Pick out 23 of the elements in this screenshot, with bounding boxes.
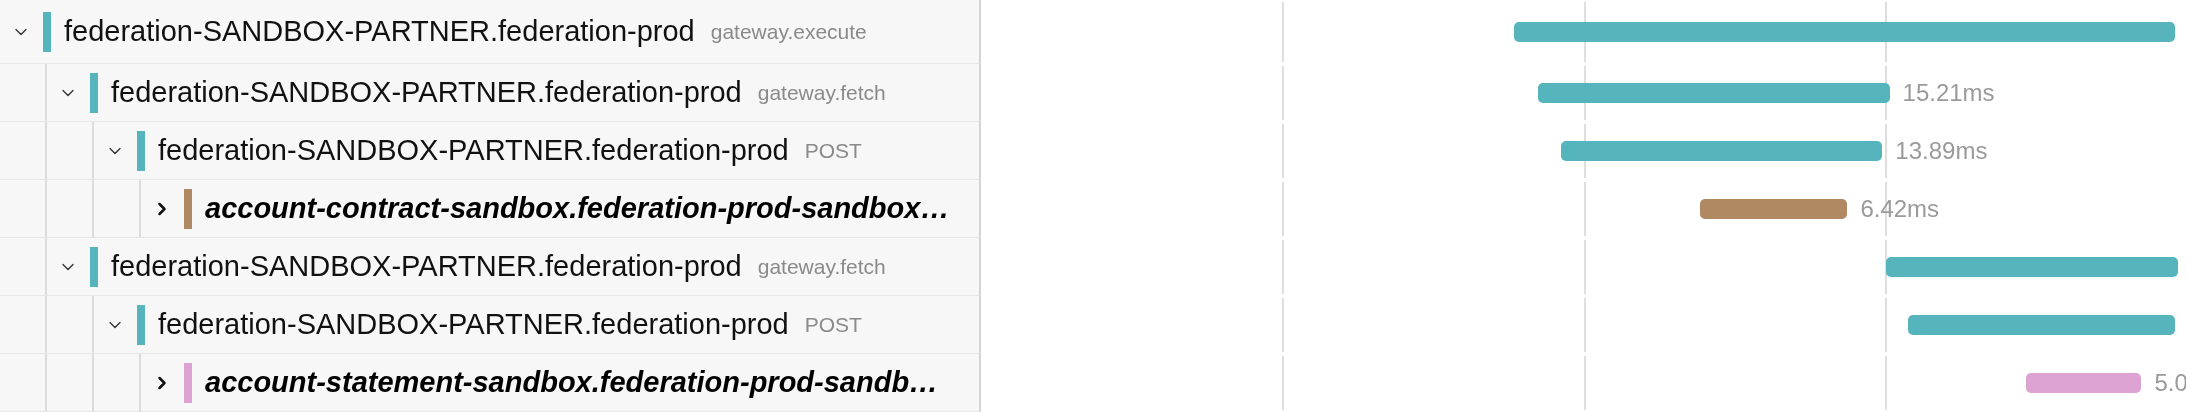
span-operation: POST: [804, 311, 862, 338]
span-operation: POST: [804, 137, 862, 164]
tree-row[interactable]: federation-SANDBOX-PARTNER.federation-prod POST: [0, 296, 981, 354]
span-name: account-statement-sandbox.federation-prod-sandb…: [205, 364, 939, 400]
tree-row[interactable]: account-contract-sandbox.federation-prod-sandbox…: [0, 180, 981, 238]
span-name: federation-SANDBOX-PARTNER.federation-prod: [111, 248, 742, 284]
tree-row[interactable]: account-statement-sandbox.federation-prod-sandb…: [0, 354, 981, 412]
span-operation: gateway.fetch: [757, 79, 886, 106]
tree-row[interactable]: federation-SANDBOX-PARTNER.federation-prod POST: [0, 122, 981, 180]
span-duration: 13.89ms: [1894, 136, 1988, 166]
span-duration: 6.42ms: [1859, 194, 1940, 224]
span-operation: gateway.execute: [710, 18, 867, 45]
span-name: account-contract-sandbox.federation-prod-sandbox…: [205, 190, 950, 226]
span-duration: 15.21ms: [1901, 78, 1995, 108]
span-name: federation-SANDBOX-PARTNER.federation-prod: [111, 74, 742, 110]
span-name: federation-SANDBOX-PARTNER.federation-prod: [158, 132, 789, 168]
tree-row[interactable]: federation-SANDBOX-PARTNER.federation-prod gateway.fetch: [0, 238, 981, 296]
span-name: federation-SANDBOX-PARTNER.federation-prod: [64, 13, 695, 49]
tree-row[interactable]: federation-SANDBOX-PARTNER.federation-prod gateway.execute: [0, 0, 981, 64]
span-operation: gateway.fetch: [757, 253, 886, 280]
tree-row[interactable]: federation-SANDBOX-PARTNER.federation-prod gateway.fetch: [0, 64, 981, 122]
span-name: federation-SANDBOX-PARTNER.federation-prod: [158, 306, 789, 342]
span-duration: 5.0: [2153, 368, 2186, 398]
